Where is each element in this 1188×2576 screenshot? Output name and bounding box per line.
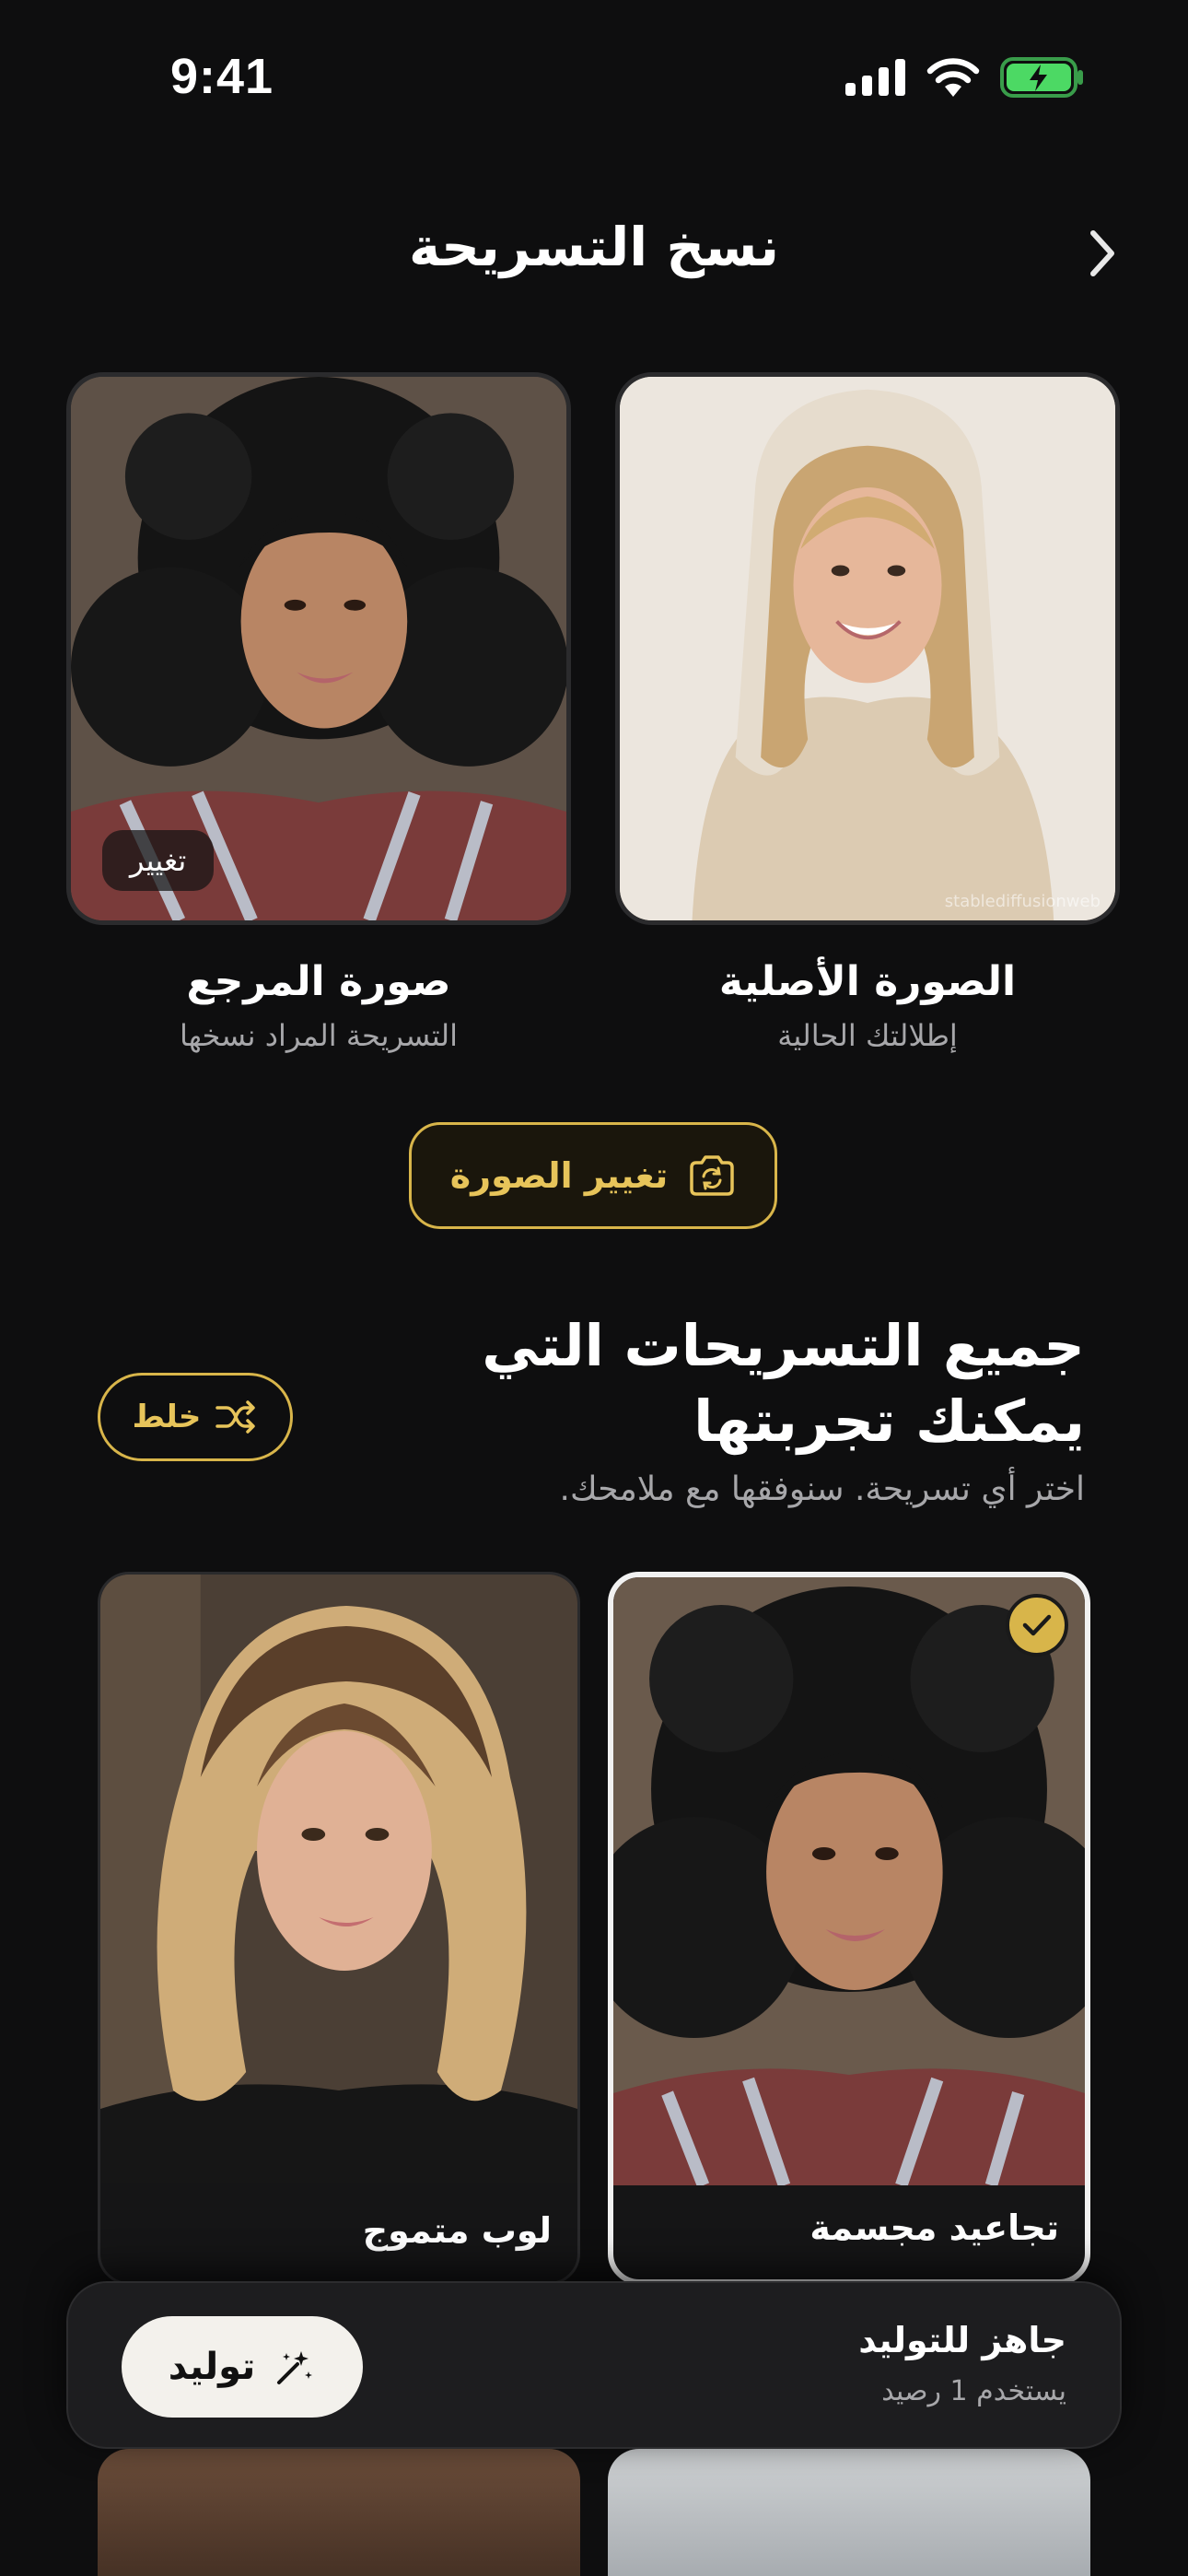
original-photo-title: الصورة الأصلية bbox=[718, 958, 1017, 1005]
copy-hairstyle-screen: 9:41 نسخ التسريحة stablediffusionweb تغي… bbox=[0, 0, 1188, 2576]
reference-photo-subtitle: التسريحة المراد نسخها bbox=[179, 1018, 459, 1053]
reference-photo-label: صورة المرجع التسريحة المراد نسخها bbox=[66, 958, 571, 1053]
status-time: 9:41 bbox=[170, 49, 274, 104]
style-curly-image bbox=[613, 1577, 1085, 2185]
change-reference-chip[interactable]: تغيير bbox=[102, 830, 215, 891]
battery-icon bbox=[1000, 57, 1083, 98]
reference-photo-title: صورة المرجع bbox=[186, 958, 451, 1005]
section-title-line1: جميع التسريحات التي bbox=[482, 1312, 1085, 1379]
change-photo-button[interactable]: تغيير الصورة bbox=[409, 1122, 777, 1229]
wifi-icon bbox=[926, 58, 980, 97]
original-photo-card[interactable]: stablediffusionweb bbox=[615, 372, 1120, 925]
style-wavy-image bbox=[100, 1575, 577, 2183]
shuffle-button[interactable]: خلط bbox=[98, 1373, 293, 1461]
style-card-curly[interactable]: تجاعيد مجسمة bbox=[608, 1572, 1090, 2285]
back-button[interactable] bbox=[1068, 221, 1133, 286]
original-photo-label: الصورة الأصلية إطلالتك الحالية bbox=[615, 958, 1120, 1053]
credit-usage-text: يستخدم 1 رصيد bbox=[881, 2375, 1066, 2407]
page-title: نسخ التسريحة bbox=[409, 216, 779, 278]
generate-label: توليد bbox=[168, 2346, 256, 2388]
status-bar: 9:41 bbox=[0, 0, 1188, 157]
ready-title: جاهز للتوليد bbox=[858, 2320, 1066, 2360]
style-card-silver-peek[interactable] bbox=[608, 2449, 1090, 2576]
check-icon bbox=[1022, 1614, 1052, 1636]
camera-rotate-icon bbox=[690, 1155, 734, 1196]
selected-check-badge bbox=[1006, 1594, 1068, 1657]
original-photo-image bbox=[620, 377, 1115, 920]
original-photo-subtitle: إطلالتك الحالية bbox=[777, 1018, 958, 1053]
signal-icon bbox=[845, 59, 905, 96]
shuffle-icon bbox=[215, 1400, 256, 1434]
reference-photo-card[interactable]: تغيير bbox=[66, 372, 571, 925]
photo-watermark: stablediffusionweb bbox=[944, 892, 1101, 911]
magic-wand-icon bbox=[277, 2351, 313, 2384]
style-label-wavy-lob: لوب متموج bbox=[362, 2210, 552, 2251]
section-subtitle: اختر أي تسريحة. سنوفقها مع ملامحك. bbox=[559, 1470, 1086, 1508]
header: نسخ التسريحة bbox=[0, 193, 1188, 313]
generate-button[interactable]: توليد bbox=[122, 2316, 363, 2418]
section-title-line2: يمكنك تجربتها bbox=[693, 1387, 1085, 1455]
back-chevron-icon bbox=[1090, 230, 1114, 276]
change-photo-label: تغيير الصورة bbox=[449, 1155, 669, 1196]
style-label-curly: تجاعيد مجسمة bbox=[809, 2207, 1059, 2248]
section-title: جميع التسريحات التي يمكنك تجربتها bbox=[385, 1308, 1085, 1459]
style-card-brunette-peek[interactable] bbox=[98, 2449, 580, 2576]
generate-bar: جاهز للتوليد يستخدم 1 رصيد توليد bbox=[66, 2281, 1122, 2449]
status-icons bbox=[845, 57, 1085, 98]
shuffle-label: خلط bbox=[132, 1399, 202, 1435]
style-card-wavy-lob[interactable]: لوب متموج bbox=[98, 1572, 580, 2285]
